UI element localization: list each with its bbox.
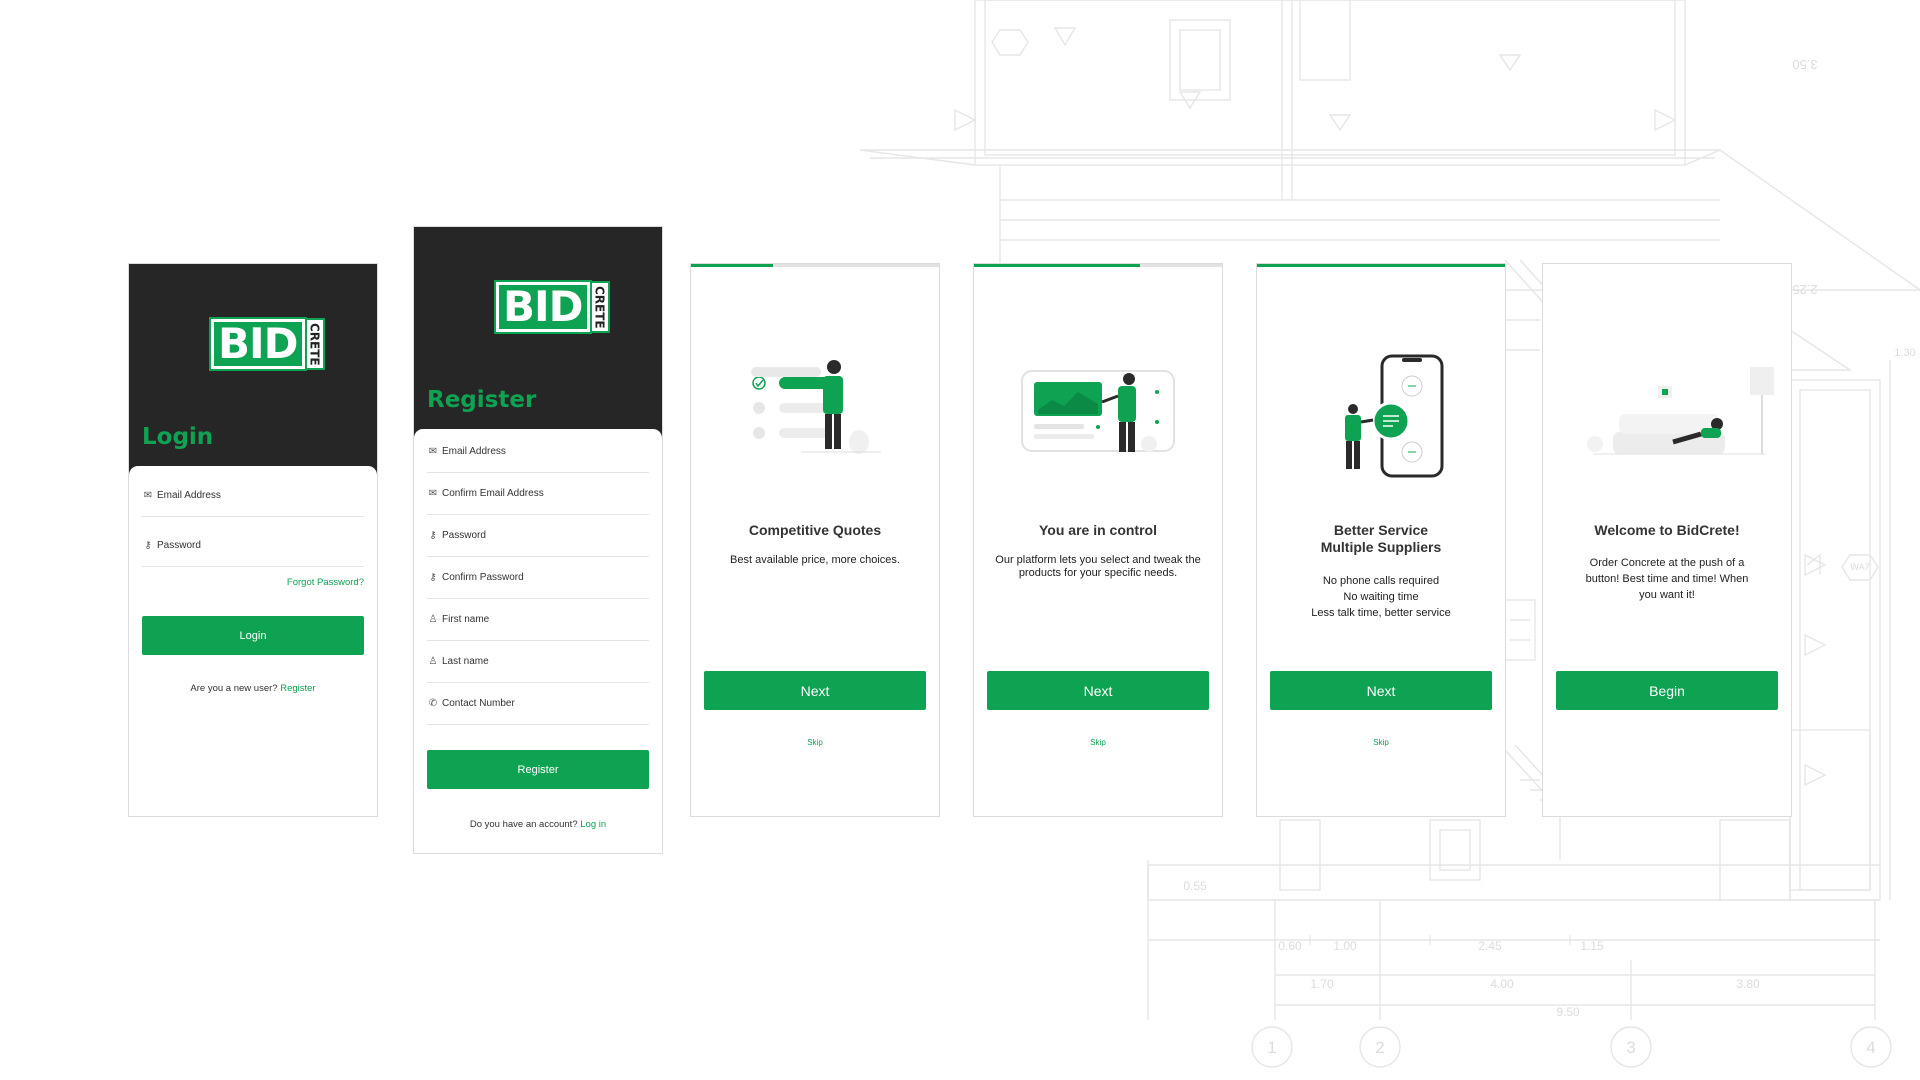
skip-link[interactable]: Skip	[691, 738, 939, 747]
key-icon: ⚷	[429, 572, 437, 583]
dim-text: 1.15	[1580, 939, 1604, 953]
logo-bid-text: BID	[209, 317, 307, 371]
onboarding-screen-1: Competitive Quotes Best available price,…	[690, 263, 940, 817]
axis-label: 2	[1375, 1038, 1384, 1057]
onboarding-text: No phone calls required No waiting time …	[1277, 573, 1485, 621]
register-form: ✉ Email Address ✉ Confirm Email Address …	[414, 429, 662, 853]
login-link[interactable]: Log in	[580, 819, 606, 830]
onboarding-screen-4: Welcome to BidCrete! Order Concrete at t…	[1542, 263, 1792, 817]
field-label: Last name	[442, 656, 489, 667]
title-line: Multiple Suppliers	[1320, 539, 1442, 555]
text-line: No waiting time	[1343, 591, 1419, 603]
phone-icon: ✆	[428, 698, 438, 709]
page-title: Register	[427, 387, 537, 413]
logo-crete-text: CRETE	[589, 281, 610, 333]
password-field[interactable]: ⚷ Password	[427, 515, 649, 557]
field-label: Password	[442, 530, 486, 541]
email-field-label: Email Address	[157, 490, 221, 501]
forgot-password-link[interactable]: Forgot Password?	[287, 577, 364, 588]
login-screen: BID CRETE Login ✉ Email Address ⚷ Passwo…	[128, 263, 378, 817]
last-name-field[interactable]: ♙ Last name	[427, 641, 649, 683]
skip-link[interactable]: Skip	[974, 738, 1222, 747]
logo-bid-text: BID	[494, 280, 592, 334]
confirm-password-field[interactable]: ⚷ Confirm Password	[427, 557, 649, 599]
email-field[interactable]: ✉ Email Address	[427, 431, 649, 473]
onboarding-title: Welcome to BidCrete!	[1594, 522, 1740, 538]
dim-text: 3.50	[1792, 57, 1817, 72]
next-button[interactable]: Next	[987, 671, 1209, 710]
onboarding-title: You are in control	[1039, 522, 1157, 538]
text-line: Less talk time, better service	[1311, 607, 1451, 619]
password-field-label: Password	[157, 540, 201, 551]
new-user-prompt: Are you a new user? Register	[129, 683, 377, 694]
control-illustration	[1021, 370, 1175, 452]
contact-number-field[interactable]: ✆ Contact Number	[427, 683, 649, 725]
dim-text: 4.00	[1490, 977, 1514, 991]
tag-label: WA7	[1850, 562, 1869, 572]
bidcrete-logo: BID CRETE	[494, 280, 610, 334]
axis-label: 1	[1267, 1038, 1276, 1057]
dim-text: 0.60	[1278, 939, 1302, 953]
have-account-text: Do you have an account?	[469, 819, 578, 830]
field-label: Email Address	[442, 446, 506, 457]
page-title: Login	[142, 424, 214, 450]
password-field[interactable]: ⚷ Password	[142, 525, 364, 567]
login-button[interactable]: Login	[142, 616, 364, 655]
dim-text: 1.00	[1333, 939, 1357, 953]
next-button[interactable]: Next	[704, 671, 926, 710]
user-icon: ♙	[428, 656, 438, 667]
onboarding-title: Better Service Multiple Suppliers	[1267, 522, 1495, 556]
bidcrete-logo: BID CRETE	[209, 317, 325, 371]
field-label: First name	[442, 614, 490, 625]
axis-label: 3	[1626, 1038, 1635, 1057]
onboarding-title: Competitive Quotes	[748, 522, 882, 538]
field-label: Confirm Password	[442, 572, 524, 583]
title-line: Better Service	[1333, 522, 1429, 538]
register-link[interactable]: Register	[280, 683, 315, 694]
dim-text: 2.45	[1478, 939, 1502, 953]
dim-text: 3.80	[1736, 977, 1760, 991]
begin-button[interactable]: Begin	[1556, 671, 1778, 710]
onboarding-text: Our platform lets you select and tweak t…	[995, 554, 1201, 579]
field-label: Confirm Email Address	[442, 488, 544, 499]
onboarding-screen-2: You are in control Our platform lets you…	[973, 263, 1223, 817]
mail-icon: ✉	[143, 490, 153, 501]
register-button[interactable]: Register	[427, 750, 649, 789]
text-line: No phone calls required	[1322, 575, 1440, 587]
email-field[interactable]: ✉ Email Address	[142, 475, 364, 517]
have-account-prompt: Do you have an account? Log in	[414, 819, 662, 830]
register-screen: BID CRETE Register ✉ Email Address ✉ Con…	[413, 226, 663, 854]
mail-icon: ✉	[428, 446, 438, 457]
new-user-text: Are you a new user?	[190, 683, 278, 694]
login-form: ✉ Email Address ⚷ Password Forgot Passwo…	[129, 466, 377, 816]
mail-icon: ✉	[428, 488, 438, 499]
dim-text: 1.30	[1894, 347, 1915, 359]
competitive-quotes-illustration	[751, 360, 881, 454]
field-label: Contact Number	[442, 698, 515, 709]
skip-link[interactable]: Skip	[1257, 738, 1505, 747]
user-icon: ♙	[428, 614, 438, 625]
first-name-field[interactable]: ♙ First name	[427, 599, 649, 641]
onboarding-screen-3: Better Service Multiple Suppliers No pho…	[1256, 263, 1506, 817]
onboarding-text: Best available price, more choices.	[730, 554, 900, 566]
next-button[interactable]: Next	[1270, 671, 1492, 710]
welcome-illustration	[1587, 367, 1774, 455]
dim-text: 9.50	[1556, 1005, 1580, 1019]
key-icon: ⚷	[429, 530, 437, 541]
onboarding-text: Order Concrete at the push of a button! …	[1585, 557, 1749, 601]
suppliers-illustration	[1345, 354, 1444, 478]
axis-label: 4	[1866, 1038, 1875, 1057]
register-header: BID CRETE Register	[414, 227, 662, 442]
logo-crete-text: CRETE	[304, 318, 325, 370]
dim-text: 1.70	[1310, 977, 1334, 991]
dim-text: 0.55	[1183, 879, 1207, 893]
confirm-email-field[interactable]: ✉ Confirm Email Address	[427, 473, 649, 515]
key-icon: ⚷	[144, 540, 152, 551]
login-header: BID CRETE Login	[129, 264, 377, 479]
dim-text: 2.25	[1792, 282, 1817, 297]
